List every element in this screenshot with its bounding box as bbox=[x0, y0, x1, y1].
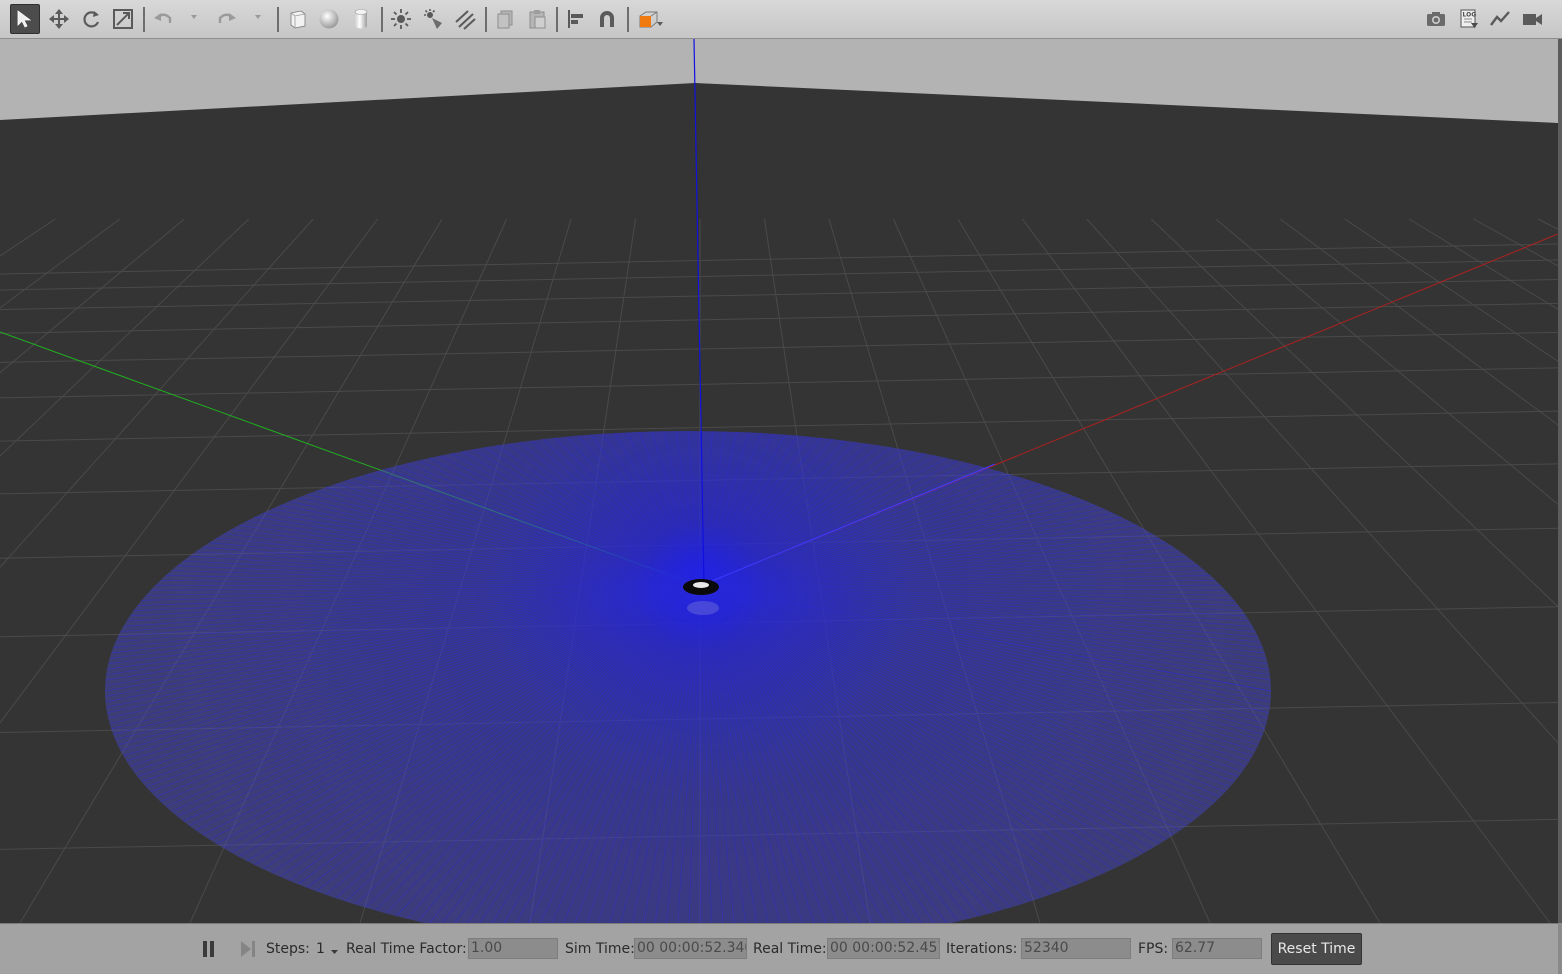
redo-icon[interactable] bbox=[212, 4, 242, 34]
sim-time-label: Sim Time: bbox=[565, 941, 635, 957]
view-angle-icon[interactable] bbox=[633, 4, 663, 34]
cylinder-shape-icon[interactable] bbox=[346, 4, 376, 34]
toolbar-separator bbox=[485, 7, 487, 32]
fps-label: FPS: bbox=[1138, 941, 1169, 957]
toolbar-separator bbox=[381, 7, 383, 32]
directional-light-icon[interactable] bbox=[450, 4, 480, 34]
iterations-field: 52340 bbox=[1021, 938, 1131, 959]
viewport-border bbox=[1558, 39, 1562, 923]
steps-spinner[interactable]: 1 bbox=[316, 924, 340, 974]
toolbar-separator bbox=[627, 7, 629, 32]
rotate-mode-icon[interactable] bbox=[76, 4, 106, 34]
real-time-field: 00 00:00:52.457 bbox=[827, 938, 940, 959]
snap-magnet-icon[interactable] bbox=[592, 4, 622, 34]
copy-icon[interactable] bbox=[490, 4, 520, 34]
lidar-sensor-top bbox=[693, 582, 709, 588]
reset-time-button[interactable]: Reset Time bbox=[1271, 933, 1362, 965]
main-toolbar: LOG bbox=[0, 0, 1562, 39]
pause-icon[interactable] bbox=[200, 924, 218, 974]
log-icon[interactable]: LOG bbox=[1453, 4, 1483, 34]
3d-viewport[interactable] bbox=[0, 39, 1558, 923]
sphere-shape-icon[interactable] bbox=[314, 4, 344, 34]
point-light-icon[interactable] bbox=[386, 4, 416, 34]
scene-render bbox=[0, 39, 1558, 923]
steps-dropdown-icon bbox=[330, 950, 338, 954]
real-time-label: Real Time: bbox=[753, 941, 827, 957]
toolbar-separator bbox=[556, 7, 558, 32]
real-time-factor-field: 1.00 bbox=[468, 938, 558, 959]
plot-icon[interactable] bbox=[1485, 4, 1515, 34]
spot-light-icon[interactable] bbox=[418, 4, 448, 34]
select-mode-icon[interactable] bbox=[10, 4, 40, 34]
paste-icon[interactable] bbox=[522, 4, 552, 34]
toolbar-separator bbox=[143, 7, 145, 32]
panel-border bbox=[1558, 923, 1562, 974]
sensor-reflection bbox=[687, 601, 719, 615]
steps-label: Steps: bbox=[266, 941, 310, 957]
real-time-factor-label: Real Time Factor: bbox=[346, 941, 467, 957]
undo-icon[interactable] bbox=[148, 4, 178, 34]
toolbar-separator bbox=[277, 7, 279, 32]
time-panel: Steps: 1 Real Time Factor: 1.00 Sim Time… bbox=[0, 923, 1562, 974]
fps-field: 62.77 bbox=[1172, 938, 1262, 959]
box-shape-icon[interactable] bbox=[282, 4, 312, 34]
screenshot-camera-icon[interactable] bbox=[1421, 4, 1451, 34]
undo-dropdown-icon[interactable] bbox=[190, 13, 198, 21]
step-forward-icon[interactable] bbox=[238, 924, 258, 974]
translate-mode-icon[interactable] bbox=[44, 4, 74, 34]
scale-mode-icon[interactable] bbox=[108, 4, 138, 34]
steps-value: 1 bbox=[316, 941, 325, 957]
align-icon[interactable] bbox=[561, 4, 591, 34]
redo-dropdown-icon[interactable] bbox=[254, 13, 262, 21]
sim-time-field: 00 00:00:52.340 bbox=[634, 938, 747, 959]
svg-text:LOG: LOG bbox=[1463, 12, 1477, 19]
video-record-icon[interactable] bbox=[1517, 4, 1547, 34]
view-angle-dropdown-icon[interactable] bbox=[656, 20, 664, 28]
iterations-label: Iterations: bbox=[946, 941, 1018, 957]
